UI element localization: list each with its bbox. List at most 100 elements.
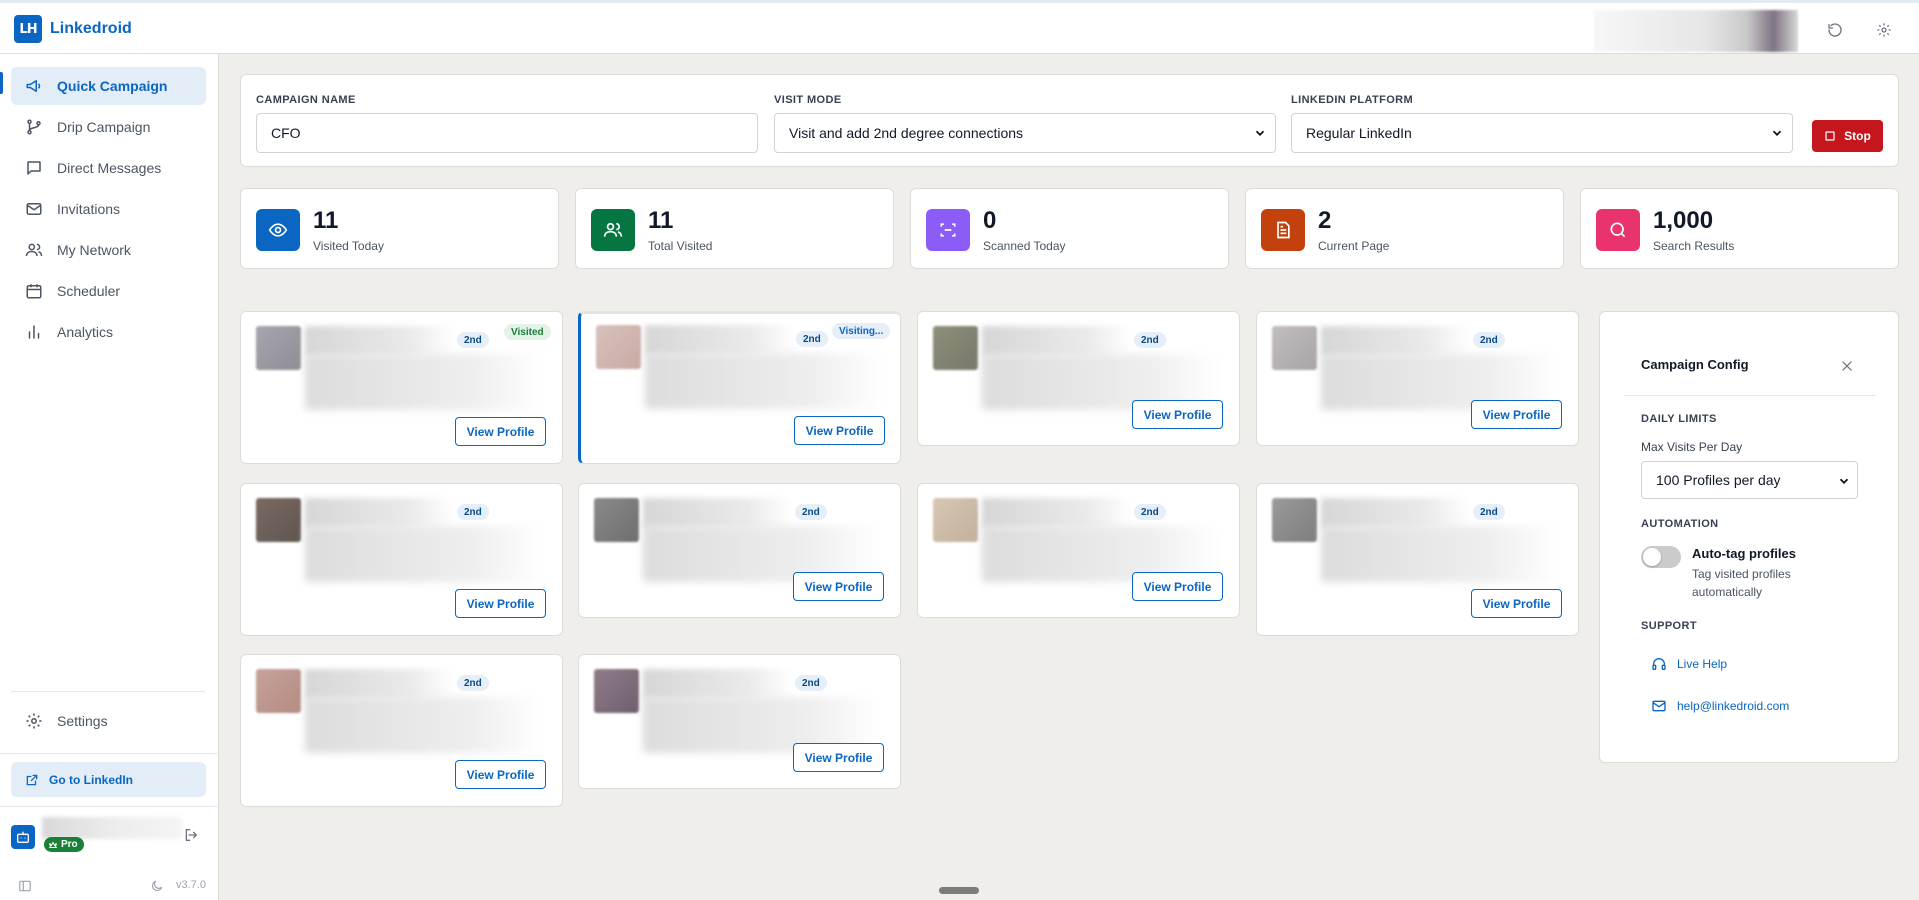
- scan-icon: [926, 209, 970, 251]
- stat-scanned-today: 0 Scanned Today: [910, 188, 1229, 269]
- view-profile-button[interactable]: View Profile: [794, 416, 885, 445]
- sidebar-item-label: My Network: [57, 242, 131, 258]
- profile-card: 2nd View Profile: [1256, 483, 1579, 636]
- view-profile-button[interactable]: View Profile: [455, 589, 546, 618]
- git-branch-icon: [27, 119, 41, 135]
- stat-value: 0: [983, 207, 997, 234]
- logo-mark-icon: LH: [14, 15, 42, 43]
- scroll-handle[interactable]: [939, 887, 979, 894]
- view-profile-button[interactable]: View Profile: [1471, 589, 1562, 618]
- stop-button[interactable]: Stop: [1812, 120, 1883, 152]
- profile-card: 2nd View Profile: [240, 483, 563, 636]
- autotag-description: Tag visited profiles automatically: [1692, 567, 1791, 599]
- automation-heading: AUTOMATION: [1641, 518, 1719, 530]
- profile-name: [1321, 326, 1471, 356]
- sidebar-item-label: Settings: [57, 713, 108, 729]
- profile-name: [305, 498, 455, 528]
- stat-label: Visited Today: [313, 239, 384, 253]
- sidebar-item-my-network[interactable]: My Network: [11, 231, 206, 269]
- stat-search-results: 1,000 Search Results: [1580, 188, 1899, 269]
- chevron-down-icon: [1255, 130, 1265, 136]
- sidebar-item-quick-campaign[interactable]: Quick Campaign: [11, 67, 206, 105]
- header-user-avatar[interactable]: [1594, 10, 1798, 52]
- platform-select[interactable]: Regular LinkedIn: [1291, 113, 1793, 153]
- profile-headline: [305, 526, 543, 582]
- autotag-title: Auto-tag profiles: [1692, 546, 1796, 561]
- email-support-link[interactable]: help@linkedroid.com: [1651, 698, 1789, 714]
- chevron-down-icon: [1772, 130, 1782, 136]
- profile-card: 2nd View Profile: [240, 654, 563, 807]
- profile-card: 2nd Visited View Profile: [240, 311, 563, 464]
- stat-total-visited: 11 Total Visited: [575, 188, 894, 269]
- max-visits-label: Max Visits Per Day: [1641, 440, 1743, 454]
- sidebar-item-invitations[interactable]: Invitations: [11, 190, 206, 228]
- live-help-link[interactable]: Live Help: [1651, 656, 1727, 672]
- go-to-linkedin-button[interactable]: Go to LinkedIn: [11, 762, 206, 797]
- visit-mode-select[interactable]: Visit and add 2nd degree connections: [774, 113, 1276, 153]
- profile-avatar: [256, 498, 301, 542]
- search-icon: [1596, 209, 1640, 251]
- logout-icon[interactable]: [183, 827, 201, 845]
- view-profile-button[interactable]: View Profile: [455, 760, 546, 789]
- message-square-icon: [27, 161, 41, 175]
- close-icon[interactable]: [1840, 359, 1854, 373]
- sidebar-item-direct-messages[interactable]: Direct Messages: [11, 149, 206, 187]
- profile-card: 2nd View Profile: [578, 483, 901, 618]
- visit-mode-value: Visit and add 2nd degree connections: [789, 125, 1024, 141]
- sidebar-divider: [11, 691, 205, 692]
- sidebar-item-label: Scheduler: [57, 283, 121, 299]
- collapse-sidebar-icon[interactable]: [18, 879, 32, 896]
- profile-card: 2nd View Profile: [917, 311, 1240, 446]
- campaign-form: CAMPAIGN NAME CFO VISIT MODE Visit and a…: [240, 74, 1899, 167]
- user-profile-row: Pro: [0, 806, 219, 870]
- sidebar-item-label: Drip Campaign: [57, 119, 151, 135]
- eye-icon: [256, 209, 300, 251]
- sidebar-item-settings[interactable]: Settings: [11, 702, 206, 740]
- sidebar-item-drip-campaign[interactable]: Drip Campaign: [11, 108, 206, 146]
- config-divider: [1624, 395, 1876, 396]
- platform-label: LINKEDIN PLATFORM: [1291, 94, 1414, 106]
- app-logo[interactable]: LH Linkedroid: [14, 15, 132, 43]
- toggle-knob: [1643, 548, 1661, 566]
- degree-badge: 2nd: [457, 675, 489, 691]
- profile-avatar: [594, 669, 639, 713]
- sidebar-item-scheduler[interactable]: Scheduler: [11, 272, 206, 310]
- gear-icon[interactable]: [1874, 20, 1894, 40]
- profile-avatar: [596, 325, 641, 369]
- moon-icon[interactable]: [150, 879, 164, 896]
- view-profile-button[interactable]: View Profile: [793, 572, 884, 601]
- view-profile-button[interactable]: View Profile: [1132, 572, 1223, 601]
- view-profile-button[interactable]: View Profile: [1471, 400, 1562, 429]
- refresh-icon[interactable]: [1825, 20, 1845, 40]
- view-profile-button[interactable]: View Profile: [455, 417, 546, 446]
- mail-icon: [26, 203, 42, 215]
- app-header: LH Linkedroid: [0, 0, 1919, 54]
- app-version: v3.7.0: [176, 879, 206, 891]
- sidebar-item-label: Direct Messages: [57, 160, 162, 176]
- autotag-toggle[interactable]: [1641, 546, 1681, 568]
- pro-label: Pro: [61, 839, 78, 850]
- profile-name: [643, 669, 793, 699]
- stat-current-page: 2 Current Page: [1245, 188, 1564, 269]
- megaphone-icon: [26, 80, 41, 92]
- pro-badge: Pro: [44, 837, 84, 852]
- profile-headline: [305, 354, 543, 410]
- view-profile-button[interactable]: View Profile: [793, 743, 884, 772]
- stat-value: 11: [313, 207, 339, 234]
- degree-badge: 2nd: [457, 332, 489, 348]
- campaign-name-value: CFO: [271, 125, 301, 141]
- sidebar-footer: v3.7.0: [0, 872, 219, 900]
- sidebar-item-analytics[interactable]: Analytics: [11, 313, 206, 351]
- active-indicator: [0, 72, 3, 94]
- bar-chart-icon: [28, 325, 40, 339]
- profile-avatar: [933, 326, 978, 370]
- live-help-label: Live Help: [1677, 657, 1728, 671]
- go-to-linkedin-label: Go to LinkedIn: [49, 772, 133, 787]
- campaign-name-input[interactable]: CFO: [256, 113, 758, 153]
- max-visits-value: 100 Profiles per day: [1656, 472, 1781, 488]
- view-profile-button[interactable]: View Profile: [1132, 400, 1223, 429]
- max-visits-select[interactable]: 100 Profiles per day: [1641, 461, 1858, 499]
- mail-icon: [1652, 700, 1666, 712]
- profile-card: 2nd View Profile: [578, 654, 901, 789]
- stat-label: Current Page: [1318, 239, 1390, 253]
